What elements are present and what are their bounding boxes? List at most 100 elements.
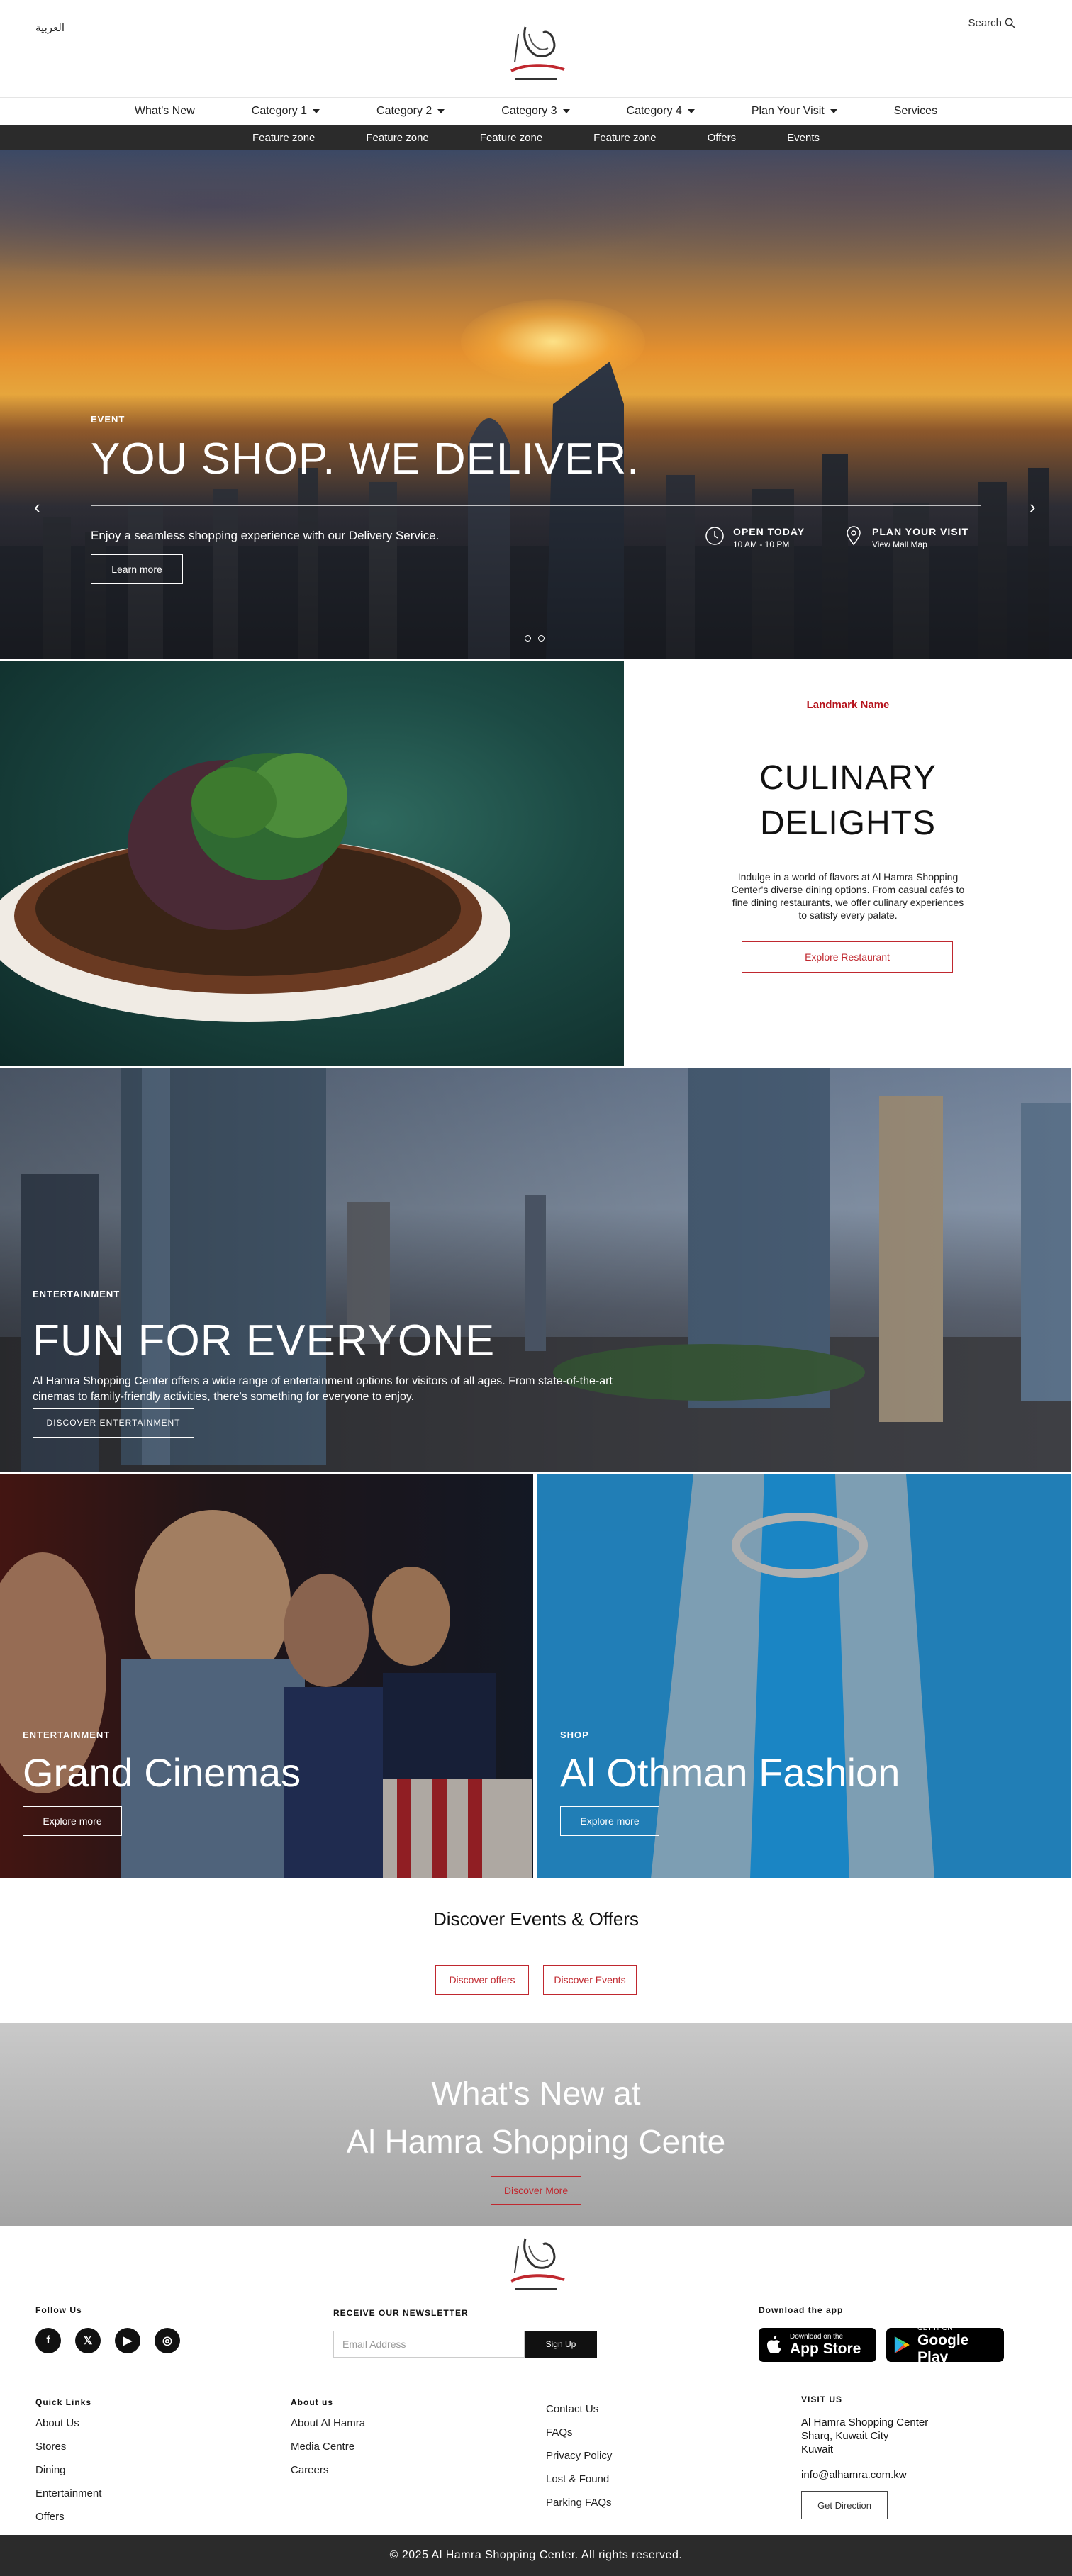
hero-learn-more-button[interactable]: Learn more xyxy=(91,554,183,584)
open-today-info: OPEN TODAY 10 AM - 10 PM xyxy=(705,526,805,549)
nav-feature-zone[interactable]: Feature zone xyxy=(340,132,454,144)
app-store-big: App Store xyxy=(790,2340,861,2357)
nav-category-2[interactable]: Category 2 xyxy=(348,105,473,118)
al-othman-fashion-card[interactable]: SHOP Al Othman Fashion Explore more xyxy=(537,1474,1071,1878)
quick-links: Quick Links About Us Stores Dining Enter… xyxy=(35,2397,101,2523)
footer-link-contact-us[interactable]: Contact Us xyxy=(546,2403,612,2415)
google-play-badge[interactable]: GET IT ON Google Play xyxy=(886,2324,1004,2365)
carousel-dot[interactable] xyxy=(538,635,545,642)
footer-link-media-centre[interactable]: Media Centre xyxy=(291,2441,365,2453)
footer-link-careers[interactable]: Careers xyxy=(291,2464,365,2476)
misc-links: Contact Us FAQs Privacy Policy Lost & Fo… xyxy=(546,2393,612,2509)
hero-divider xyxy=(91,505,981,506)
carousel-next-icon[interactable]: › xyxy=(1029,496,1036,518)
footer-link-dining[interactable]: Dining xyxy=(35,2464,101,2476)
footer-link-privacy-policy[interactable]: Privacy Policy xyxy=(546,2450,612,2462)
youtube-icon[interactable]: ▶ xyxy=(115,2328,140,2353)
get-direction-button[interactable]: Get Direction xyxy=(801,2491,888,2519)
sign-up-button[interactable]: Sign Up xyxy=(525,2331,597,2358)
nav-feature-zone[interactable]: Feature zone xyxy=(227,132,340,144)
caret-down-icon xyxy=(437,109,445,113)
apple-icon xyxy=(767,2335,781,2353)
download-app: Download the app Download on the App Sto… xyxy=(759,2305,1004,2365)
explore-more-button[interactable]: Explore more xyxy=(560,1806,659,1836)
plan-visit-info[interactable]: PLAN YOUR VISIT View Mall Map xyxy=(844,526,968,549)
footer-link-entertainment[interactable]: Entertainment xyxy=(35,2487,101,2499)
location-pin-icon xyxy=(847,526,861,546)
footer-link-faqs[interactable]: FAQs xyxy=(546,2426,612,2438)
facebook-icon[interactable]: f xyxy=(35,2328,61,2353)
card-title: Grand Cinemas xyxy=(23,1750,301,1795)
app-store-small: Download on the xyxy=(790,2332,844,2341)
open-today-title: OPEN TODAY xyxy=(733,526,805,537)
fun-tag: ENTERTAINMENT xyxy=(33,1289,121,1299)
footer-link-about-al-hamra[interactable]: About Al Hamra xyxy=(291,2417,365,2429)
explore-more-button[interactable]: Explore more xyxy=(23,1806,122,1836)
about-links: About us About Al Hamra Media Centre Car… xyxy=(291,2397,365,2476)
card-title: Al Othman Fashion xyxy=(560,1750,900,1795)
open-today-hours: 10 AM - 10 PM xyxy=(733,539,790,549)
google-play-big: Google Play xyxy=(917,2331,969,2365)
caret-down-icon xyxy=(830,109,837,113)
app-store-badge[interactable]: Download on the App Store xyxy=(759,2328,876,2362)
nav-feature-zone[interactable]: Feature zone xyxy=(454,132,568,144)
footer-logo[interactable] xyxy=(497,2231,575,2302)
culinary-panel: Landmark Name CULINARY DELIGHTS Indulge … xyxy=(624,661,1072,1066)
fun-description: Al Hamra Shopping Center offers a wide r… xyxy=(33,1375,613,1403)
search-label: Search xyxy=(968,17,1002,29)
nav-offers[interactable]: Offers xyxy=(682,132,762,144)
whats-new-section: What's New at Al Hamra Shopping Cente Di… xyxy=(0,2023,1072,2226)
card-tag: ENTERTAINMENT xyxy=(23,1730,111,1740)
hero-banner: EVENT YOU SHOP. WE DELIVER. Enjoy a seam… xyxy=(0,150,1072,659)
footer-link-offers[interactable]: Offers xyxy=(35,2511,101,2523)
address-line: Sharq, Kuwait City xyxy=(801,2430,889,2442)
copyright-bar: © 2025 Al Hamra Shopping Center. All rig… xyxy=(0,2535,1072,2576)
nav-category-4[interactable]: Category 4 xyxy=(598,105,723,118)
culinary-title-line1: CULINARY xyxy=(759,759,937,797)
caret-down-icon xyxy=(687,109,695,113)
footer-link-about-us[interactable]: About Us xyxy=(35,2417,101,2429)
plan-visit-title: PLAN YOUR VISIT xyxy=(872,526,969,537)
nav-services[interactable]: Services xyxy=(866,105,966,118)
hero-tag: EVENT xyxy=(91,414,125,425)
x-twitter-icon[interactable]: 𝕏 xyxy=(75,2328,101,2353)
nav-plan-your-visit[interactable]: Plan Your Visit xyxy=(723,105,866,118)
nav-category-3[interactable]: Category 3 xyxy=(473,105,598,118)
discover-offers-button[interactable]: Discover offers xyxy=(435,1965,529,1995)
discover-more-button[interactable]: Discover More xyxy=(491,2176,581,2205)
footer-link-parking-faqs[interactable]: Parking FAQs xyxy=(546,2497,612,2509)
dish-illustration xyxy=(0,753,510,1022)
plan-visit-map-link[interactable]: View Mall Map xyxy=(872,539,968,549)
carousel-dot[interactable] xyxy=(525,635,531,642)
hero-subtitle: Enjoy a seamless shopping experience wit… xyxy=(91,529,440,542)
carousel-dots xyxy=(525,635,545,642)
follow-us-label: Follow Us xyxy=(35,2305,82,2315)
email-field[interactable] xyxy=(333,2331,525,2358)
visit-address: Al Hamra Shopping Center Sharq, Kuwait C… xyxy=(801,2416,928,2456)
search-icon xyxy=(1005,18,1015,28)
address-line: Kuwait xyxy=(801,2443,834,2455)
discover-section: Discover Events & Offers Discover offers… xyxy=(0,1880,1072,2022)
footer-link-lost-found[interactable]: Lost & Found xyxy=(546,2473,612,2485)
discover-entertainment-button[interactable]: DISCOVER ENTERTAINMENT xyxy=(33,1408,194,1438)
nav-events[interactable]: Events xyxy=(761,132,845,144)
nav-whats-new[interactable]: What's New xyxy=(106,105,223,118)
nav-feature-zone[interactable]: Feature zone xyxy=(568,132,681,144)
culinary-description: Indulge in a world of flavors at Al Hamr… xyxy=(731,871,965,921)
instagram-icon[interactable]: ◎ xyxy=(155,2328,180,2353)
search-button[interactable]: Search xyxy=(968,17,1015,29)
footer-link-stores[interactable]: Stores xyxy=(35,2441,101,2453)
carousel-prev-icon[interactable]: ‹ xyxy=(34,496,40,518)
newsletter: RECEIVE OUR NEWSLETTER Sign Up xyxy=(333,2308,597,2358)
nav-category-1[interactable]: Category 1 xyxy=(223,105,348,118)
explore-restaurant-button[interactable]: Explore Restaurant xyxy=(742,941,953,973)
language-switch[interactable]: العربية xyxy=(35,21,65,34)
grand-cinemas-card[interactable]: ENTERTAINMENT Grand Cinemas Explore more xyxy=(0,1474,533,1878)
visit-email[interactable]: info@alhamra.com.kw xyxy=(801,2469,928,2481)
culinary-title: CULINARY DELIGHTS xyxy=(624,756,1072,846)
address-line: Al Hamra Shopping Center xyxy=(801,2417,929,2429)
discover-title: Discover Events & Offers xyxy=(433,1908,639,1930)
fun-title: FUN FOR EVERYONE xyxy=(33,1316,496,1365)
discover-events-button[interactable]: Discover Events xyxy=(543,1965,637,1995)
logo[interactable] xyxy=(497,20,575,94)
